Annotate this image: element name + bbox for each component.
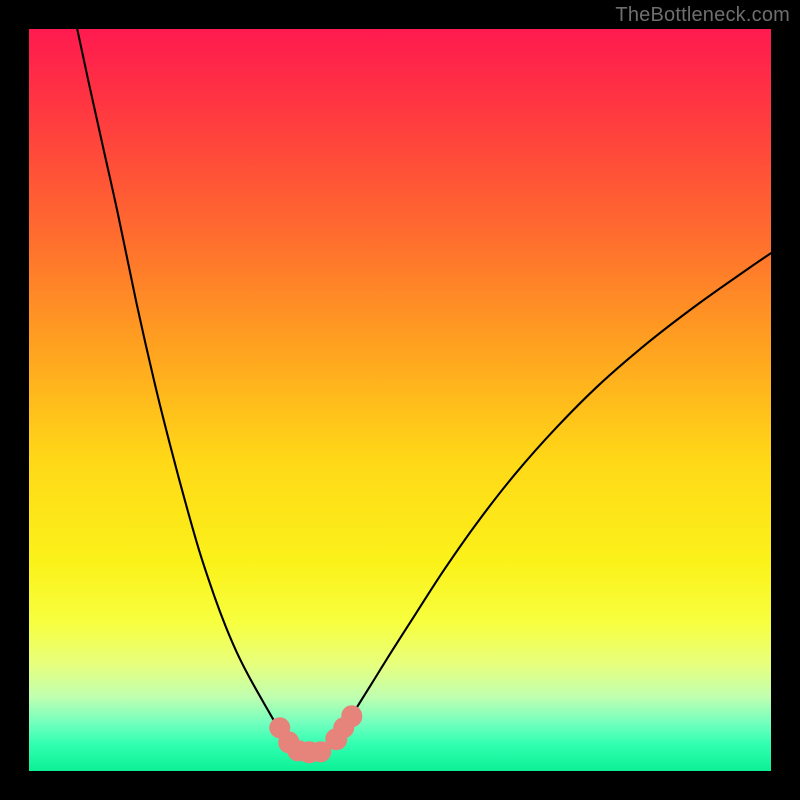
plot-area: [29, 29, 771, 771]
gradient-background: [29, 29, 771, 771]
chart-svg: [29, 29, 771, 771]
watermark-label: TheBottleneck.com: [615, 4, 790, 27]
chart-frame: TheBottleneck.com: [0, 0, 800, 800]
